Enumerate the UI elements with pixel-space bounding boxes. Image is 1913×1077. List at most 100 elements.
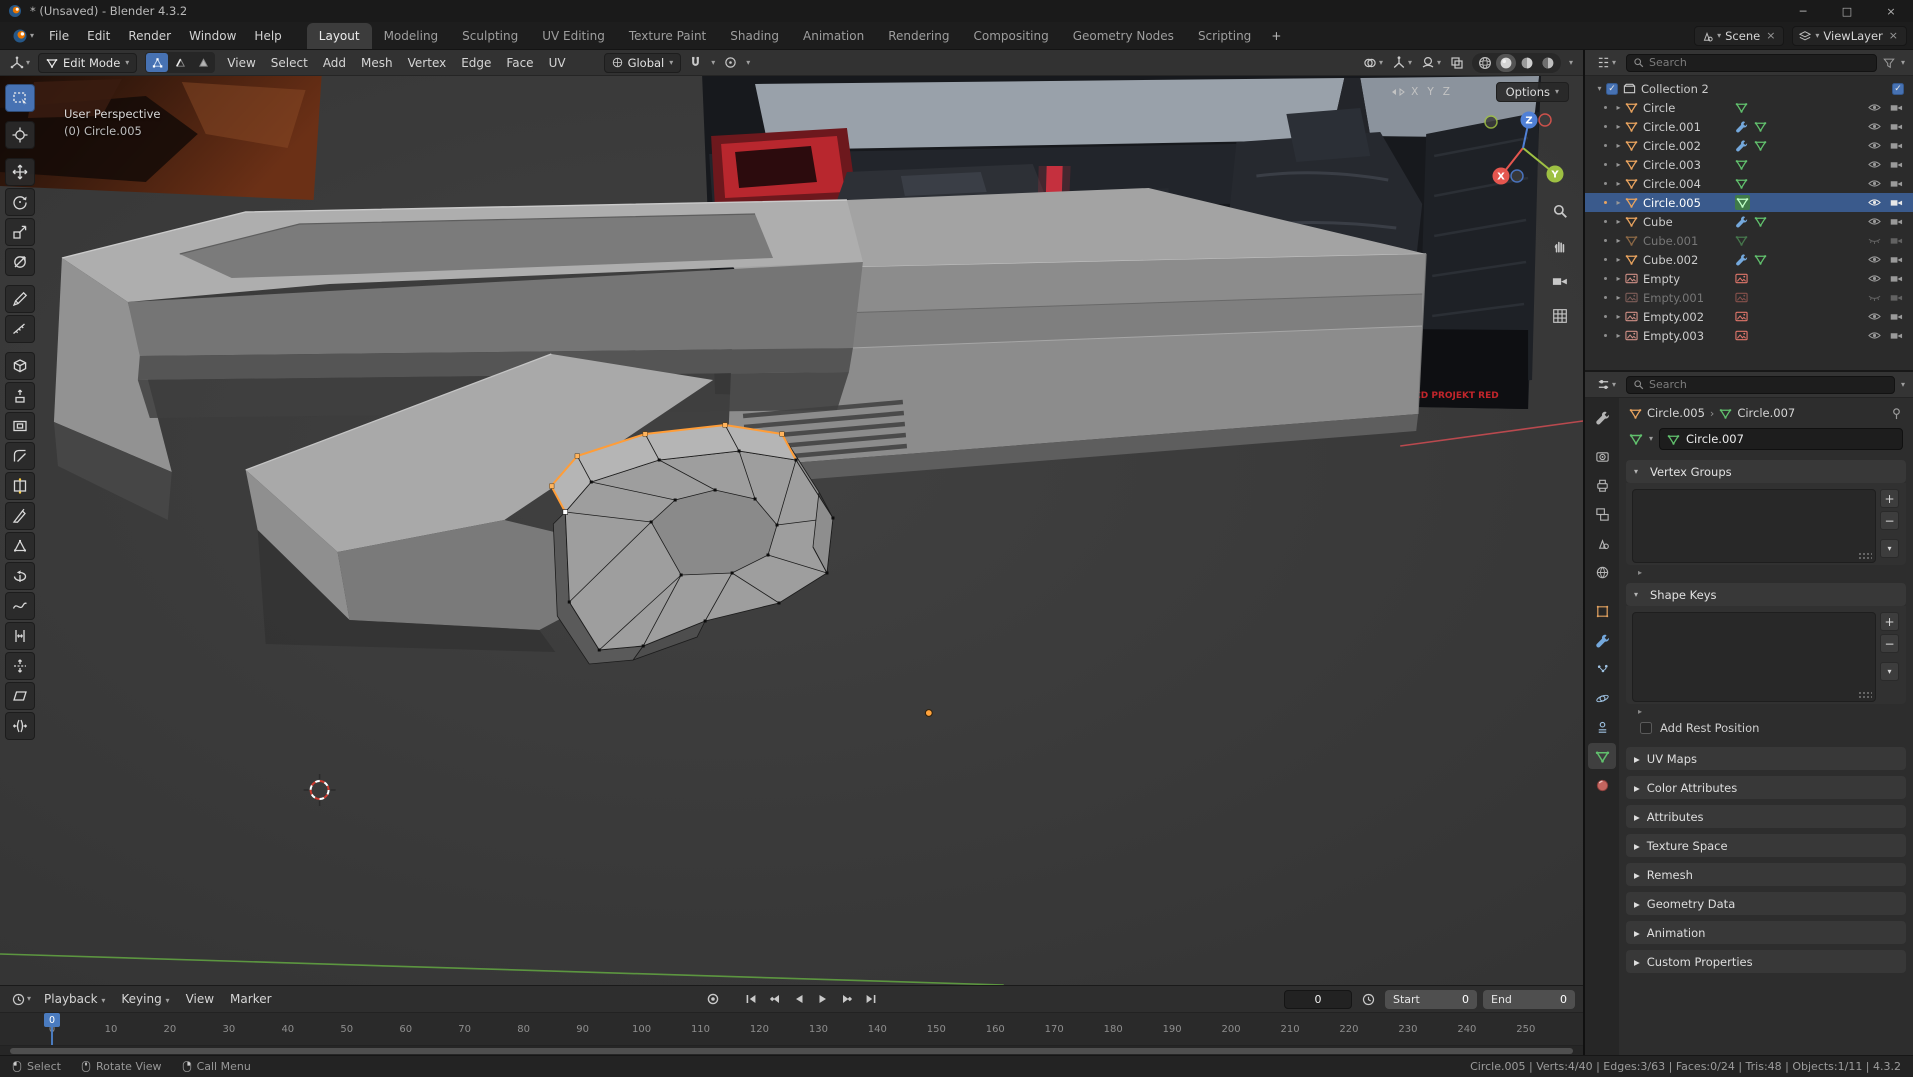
tab-render[interactable] [1588, 443, 1616, 469]
camera-toggle-icon[interactable] [1890, 310, 1903, 323]
add-rest-position-row[interactable]: Add Rest Position [1626, 718, 1906, 742]
scene-unlink-button[interactable]: × [1764, 29, 1777, 42]
properties-search-input[interactable] [1649, 378, 1888, 391]
tool-smooth-button[interactable] [5, 592, 35, 620]
shading-rendered-button[interactable] [1538, 54, 1558, 72]
eye-icon[interactable] [1868, 139, 1881, 152]
panel-header-color-attributes[interactable]: ▸ Color Attributes [1626, 776, 1906, 799]
menu-face[interactable]: Face [499, 53, 540, 73]
eye-icon[interactable] [1868, 101, 1881, 114]
play-reverse-button[interactable] [788, 989, 810, 1009]
panel-header-texture-space[interactable]: ▸ Texture Space [1626, 834, 1906, 857]
object-type-visibility-button[interactable]: ▾ [1359, 54, 1387, 72]
eye-icon[interactable] [1868, 310, 1881, 323]
tab-material[interactable] [1588, 772, 1616, 798]
tab-view-layer[interactable] [1588, 501, 1616, 527]
shape-keys-list[interactable] [1632, 612, 1876, 702]
tool-knife-button[interactable] [5, 502, 35, 530]
shading-wireframe-button[interactable] [1475, 54, 1495, 72]
menubar-item-window[interactable]: Window [180, 25, 245, 47]
breadcrumb-data[interactable]: Circle.007 [1737, 406, 1795, 420]
add-shape-key-button[interactable]: + [1880, 612, 1899, 631]
eye-icon[interactable] [1868, 158, 1881, 171]
auto-keying-button[interactable] [702, 989, 724, 1009]
tool-loop-cut-button[interactable] [5, 472, 35, 500]
expand-icon[interactable]: ▸ [1612, 122, 1625, 131]
outliner-search-input[interactable] [1649, 56, 1870, 69]
snap-options-button[interactable]: ▾ [707, 57, 719, 69]
menubar-item-edit[interactable]: Edit [78, 25, 119, 47]
menubar-item-help[interactable]: Help [245, 25, 290, 47]
camera-toggle-icon[interactable] [1890, 120, 1903, 133]
toggle-xray-button[interactable] [1446, 54, 1468, 72]
expand-icon[interactable]: ▸ [1612, 312, 1625, 321]
tab-world[interactable] [1588, 559, 1616, 585]
app-menu-button[interactable]: ▾ [6, 28, 40, 44]
jump-to-end-button[interactable] [860, 989, 882, 1009]
properties-editor-type-button[interactable]: ▾ [1593, 376, 1620, 393]
pin-icon[interactable] [1890, 407, 1903, 420]
outliner-row-active[interactable]: ▸ Circle.005 [1585, 193, 1913, 212]
tool-scale-button[interactable] [5, 218, 35, 246]
expand-icon[interactable]: ▸ [1612, 179, 1625, 188]
end-frame-field[interactable]: End 0 [1483, 989, 1575, 1009]
timeline-editor-type-button[interactable]: ▾ [8, 991, 35, 1008]
eye-icon[interactable] [1868, 253, 1881, 266]
camera-toggle-icon[interactable] [1890, 196, 1903, 209]
workspace-tab-modeling[interactable]: Modeling [372, 23, 451, 49]
menu-playback[interactable]: Playback ▾ [37, 989, 112, 1009]
select-mode-vertex-button[interactable] [146, 53, 169, 72]
expand-icon[interactable]: ▸ [1612, 103, 1625, 112]
menu-select[interactable]: Select [264, 53, 315, 73]
tool-rip-region-button[interactable] [5, 712, 35, 740]
mirror-z-button[interactable]: Z [1440, 85, 1453, 99]
panel-header-vertex-groups[interactable]: ▾ Vertex Groups [1626, 460, 1906, 483]
panel-header-remesh[interactable]: ▸ Remesh [1626, 863, 1906, 886]
toggle-orthographic-button[interactable] [1547, 303, 1573, 329]
camera-toggle-icon[interactable] [1890, 101, 1903, 114]
camera-toggle-icon[interactable] [1890, 215, 1903, 228]
viewlayer-selector[interactable]: ▾ ViewLayer × [1792, 25, 1907, 46]
breadcrumb-object[interactable]: Circle.005 [1647, 406, 1705, 420]
outliner-editor-type-button[interactable]: ▾ [1593, 54, 1620, 71]
tool-transform-button[interactable] [5, 248, 35, 276]
expand-icon[interactable]: ▸ [1612, 236, 1625, 245]
workspace-tab-uv-editing[interactable]: UV Editing [530, 23, 617, 49]
menu-uv[interactable]: UV [542, 53, 573, 73]
resize-grip[interactable] [1858, 552, 1872, 559]
eye-closed-icon[interactable] [1868, 234, 1881, 247]
maximize-button[interactable]: □ [1825, 0, 1869, 22]
current-frame-field[interactable]: 0 [1284, 989, 1352, 1009]
vertex-groups-list[interactable] [1632, 489, 1876, 563]
tab-tool[interactable] [1588, 404, 1616, 430]
outliner-row-hidden[interactable]: ▸ Empty.001 [1585, 288, 1913, 307]
outliner-row[interactable]: ▸ Circle.002 [1585, 136, 1913, 155]
camera-view-button[interactable] [1547, 268, 1573, 294]
shape-key-specials-button[interactable]: ▾ [1880, 662, 1899, 681]
viewport-3d[interactable]: CD PROJEKT RED User Perspective (0) Circ… [0, 76, 1583, 985]
proportional-editing-button[interactable] [720, 54, 741, 71]
tab-output[interactable] [1588, 472, 1616, 498]
collection-exclude-checkbox[interactable]: ✓ [1892, 82, 1904, 95]
remove-shape-key-button[interactable]: − [1880, 634, 1899, 653]
play-button[interactable] [812, 989, 834, 1009]
zoom-button[interactable] [1547, 198, 1573, 224]
outliner-row[interactable]: ▸ Circle.003 [1585, 155, 1913, 174]
tool-add-cube-button[interactable] [5, 352, 35, 380]
outliner-row-collection[interactable]: ▾ ✓ Collection 2 ✓ [1585, 79, 1913, 98]
menu-add[interactable]: Add [316, 53, 353, 73]
timeline-scrollbar[interactable] [10, 1047, 1573, 1054]
collapse-icon[interactable]: ▾ [1593, 84, 1606, 93]
pan-button[interactable] [1547, 233, 1573, 259]
panel-header-shape-keys[interactable]: ▾ Shape Keys [1626, 583, 1906, 606]
show-gizmo-button[interactable]: ▾ [1388, 54, 1416, 72]
tool-inset-button[interactable] [5, 412, 35, 440]
jump-to-prev-keyframe-button[interactable] [764, 989, 786, 1009]
mirror-x-button[interactable]: X [1408, 85, 1421, 99]
collection-checkbox[interactable]: ✓ [1606, 82, 1618, 95]
eye-icon[interactable] [1868, 177, 1881, 190]
menubar-item-render[interactable]: Render [119, 25, 180, 47]
preview-range-button[interactable] [1358, 991, 1379, 1008]
tool-measure-button[interactable] [5, 315, 35, 343]
minimize-button[interactable]: ─ [1781, 0, 1825, 22]
